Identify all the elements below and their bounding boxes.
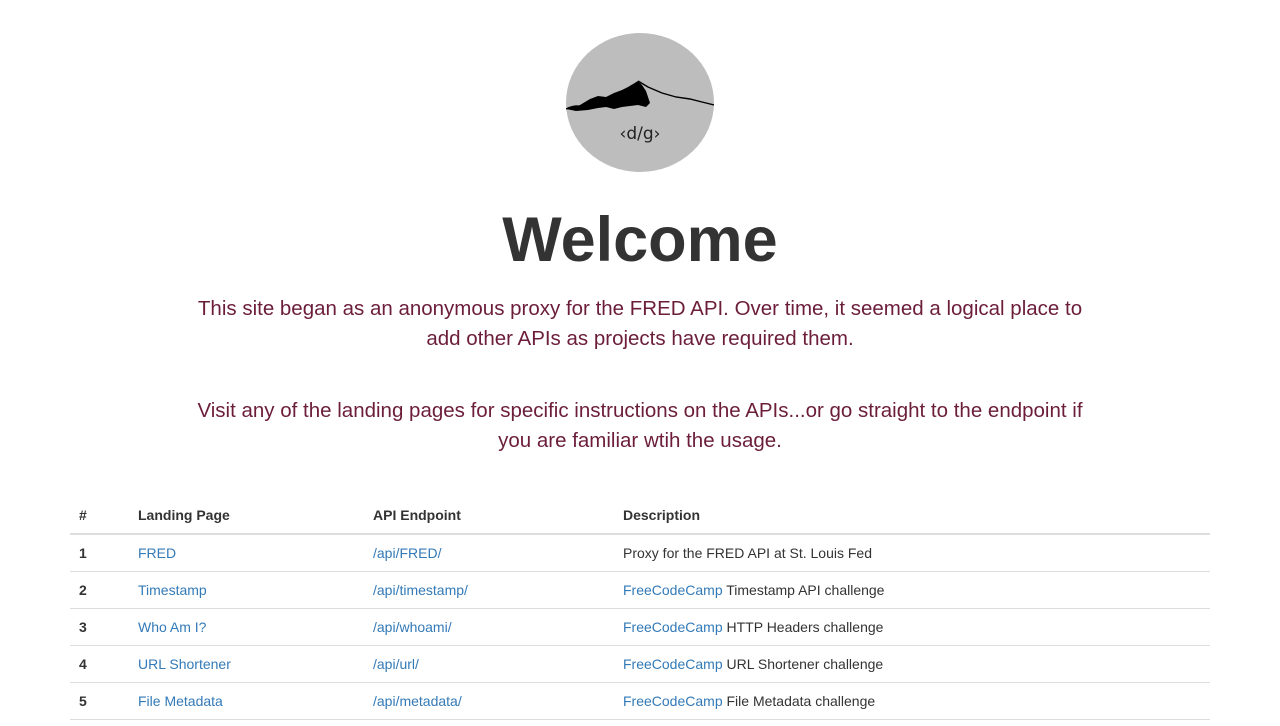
landing-link-fred[interactable]: FRED (138, 545, 176, 561)
freecodecamp-link[interactable]: FreeCodeCamp (623, 656, 723, 672)
landing-link-file-metadata[interactable]: File Metadata (138, 693, 223, 709)
table-row: 1 FRED /api/FRED/ Proxy for the FRED API… (70, 534, 1210, 572)
row-num: 5 (70, 682, 129, 720)
landing-link-whoami[interactable]: Who Am I? (138, 619, 206, 635)
api-table: # Landing Page API Endpoint Description … (70, 496, 1210, 720)
header-num: # (70, 496, 129, 535)
freecodecamp-link[interactable]: FreeCodeCamp (623, 582, 723, 598)
freecodecamp-link[interactable]: FreeCodeCamp (623, 693, 723, 709)
row-num: 4 (70, 645, 129, 683)
row-num: 3 (70, 608, 129, 646)
table-header-row: # Landing Page API Endpoint Description (70, 496, 1210, 535)
endpoint-link-whoami[interactable]: /api/whoami/ (373, 619, 452, 635)
mountain-logo-icon: ‹d/g› (566, 33, 714, 172)
logo-text: ‹d/g› (620, 124, 661, 144)
description-text: HTTP Headers challenge (722, 619, 884, 635)
table-row: 2 Timestamp /api/timestamp/ FreeCodeCamp… (70, 571, 1210, 609)
api-table-container: # Landing Page API Endpoint Description … (70, 496, 1210, 720)
landing-link-timestamp[interactable]: Timestamp (138, 582, 207, 598)
description-text: Timestamp API challenge (722, 582, 885, 598)
endpoint-link-timestamp[interactable]: /api/timestamp/ (373, 582, 468, 598)
table-row: 3 Who Am I? /api/whoami/ FreeCodeCamp HT… (70, 608, 1210, 646)
table-row: 5 File Metadata /api/metadata/ FreeCodeC… (70, 682, 1210, 720)
page: ‹d/g› Welcome This site began as an anon… (0, 0, 1280, 726)
landing-link-url-shortener[interactable]: URL Shortener (138, 656, 231, 672)
endpoint-link-fred[interactable]: /api/FRED/ (373, 545, 441, 561)
row-description: FreeCodeCamp File Metadata challenge (614, 682, 1210, 720)
row-description: Proxy for the FRED API at St. Louis Fed (614, 534, 1210, 572)
header-api-endpoint: API Endpoint (364, 496, 614, 535)
row-description: FreeCodeCamp HTTP Headers challenge (614, 608, 1210, 646)
row-num: 2 (70, 571, 129, 609)
row-description: FreeCodeCamp URL Shortener challenge (614, 645, 1210, 683)
header-description: Description (614, 496, 1210, 535)
endpoint-link-metadata[interactable]: /api/metadata/ (373, 693, 462, 709)
freecodecamp-link[interactable]: FreeCodeCamp (623, 619, 723, 635)
site-logo[interactable]: ‹d/g› (566, 33, 714, 172)
endpoint-link-url[interactable]: /api/url/ (373, 656, 419, 672)
description-text: URL Shortener challenge (722, 656, 884, 672)
table-row: 4 URL Shortener /api/url/ FreeCodeCamp U… (70, 645, 1210, 683)
row-description: FreeCodeCamp Timestamp API challenge (614, 571, 1210, 609)
row-num: 1 (70, 534, 129, 572)
description-text: File Metadata challenge (722, 693, 876, 709)
intro-paragraph-1: This site began as an anonymous proxy fo… (197, 297, 1083, 350)
intro-paragraph-2: Visit any of the landing pages for speci… (197, 399, 1083, 452)
description-text: Proxy for the FRED API at St. Louis Fed (623, 545, 872, 561)
header-landing-page: Landing Page (129, 496, 364, 535)
page-title: Welcome (502, 205, 778, 275)
